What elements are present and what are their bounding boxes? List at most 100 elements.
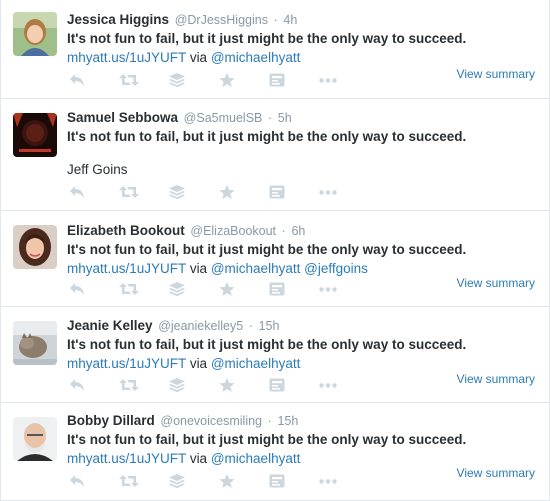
- tweet[interactable]: Bobby Dillard @onevoicesmiling · 15h It'…: [1, 403, 549, 501]
- tweet-link[interactable]: mhyatt.us/1uJYUFT: [67, 261, 186, 276]
- tweet[interactable]: Jessica Higgins @DrJessHiggins · 4h It's…: [1, 0, 549, 99]
- favorite-button[interactable]: [219, 184, 269, 200]
- summary-card-button[interactable]: [269, 184, 319, 200]
- mention-link[interactable]: @michaelhyatt: [211, 356, 301, 371]
- summary-card-icon: [269, 73, 285, 87]
- separator: ·: [248, 319, 253, 333]
- favorite-button[interactable]: [219, 72, 269, 88]
- more-icon: [319, 286, 337, 292]
- via-label: via: [189, 356, 208, 371]
- timestamp[interactable]: 15h: [277, 414, 298, 428]
- more-button[interactable]: [319, 281, 369, 297]
- author-handle[interactable]: @onevoicesmiling: [160, 414, 262, 428]
- avatar[interactable]: [13, 113, 57, 157]
- author-name[interactable]: Jeanie Kelley: [67, 318, 153, 333]
- avatar[interactable]: [13, 225, 57, 269]
- tweet-actions: [69, 72, 369, 88]
- tweet-actions: [69, 184, 369, 200]
- avatar[interactable]: [13, 417, 57, 461]
- view-summary-link[interactable]: View summary: [457, 276, 535, 290]
- mention-link[interactable]: @michaelhyatt: [211, 451, 301, 466]
- avatar[interactable]: [13, 321, 57, 365]
- tweet[interactable]: Samuel Sebbowa @Sa5muelSB · 5h It's not …: [1, 99, 549, 211]
- timestamp[interactable]: 5h: [278, 111, 292, 125]
- buffer-button[interactable]: [169, 281, 219, 297]
- favorite-icon: [219, 184, 235, 200]
- summary-card-button[interactable]: [269, 473, 319, 489]
- buffer-button[interactable]: [169, 72, 219, 88]
- timestamp[interactable]: 15h: [259, 319, 280, 333]
- summary-card-button[interactable]: [269, 72, 319, 88]
- retweet-icon: [119, 73, 139, 87]
- author-handle[interactable]: @Sa5muelSB: [184, 111, 263, 125]
- reply-button[interactable]: [69, 377, 119, 393]
- retweet-button[interactable]: [119, 377, 169, 393]
- favorite-icon: [219, 473, 235, 489]
- view-summary-link[interactable]: View summary: [457, 67, 535, 81]
- reply-button[interactable]: [69, 281, 119, 297]
- mention-link[interactable]: @michaelhyatt: [211, 50, 301, 65]
- more-icon: [319, 382, 337, 388]
- avatar[interactable]: [13, 12, 57, 56]
- tweet-extra-text: Jeff Goins: [67, 162, 128, 177]
- reply-button[interactable]: [69, 473, 119, 489]
- mention-link[interactable]: @michaelhyatt: [211, 261, 301, 276]
- timestamp[interactable]: 4h: [283, 13, 297, 27]
- timeline: Jessica Higgins @DrJessHiggins · 4h It's…: [0, 0, 550, 501]
- reply-icon: [69, 185, 85, 199]
- tweet-text: It's not fun to fail, but it just might …: [67, 337, 467, 352]
- separator: ·: [268, 111, 273, 125]
- retweet-icon: [119, 474, 139, 488]
- summary-card-icon: [269, 185, 285, 199]
- buffer-icon: [169, 377, 185, 393]
- reply-button[interactable]: [69, 184, 119, 200]
- favorite-button[interactable]: [219, 473, 269, 489]
- buffer-button[interactable]: [169, 184, 219, 200]
- retweet-button[interactable]: [119, 72, 169, 88]
- reply-button[interactable]: [69, 72, 119, 88]
- summary-card-button[interactable]: [269, 281, 319, 297]
- mention-link-2[interactable]: @jeffgoins: [304, 261, 368, 276]
- retweet-icon: [119, 378, 139, 392]
- retweet-icon: [119, 185, 139, 199]
- buffer-button[interactable]: [169, 473, 219, 489]
- view-summary-link[interactable]: View summary: [457, 466, 535, 480]
- buffer-icon: [169, 72, 185, 88]
- reply-icon: [69, 474, 85, 488]
- summary-card-icon: [269, 474, 285, 488]
- author-handle[interactable]: @ElizaBookout: [190, 224, 276, 238]
- author-name[interactable]: Jessica Higgins: [67, 12, 169, 27]
- more-button[interactable]: [319, 377, 369, 393]
- tweet-actions: [69, 377, 369, 393]
- buffer-button[interactable]: [169, 377, 219, 393]
- tweet-text: It's not fun to fail, but it just might …: [67, 129, 467, 144]
- author-name[interactable]: Samuel Sebbowa: [67, 110, 178, 125]
- favorite-button[interactable]: [219, 377, 269, 393]
- more-button[interactable]: [319, 184, 369, 200]
- more-button[interactable]: [319, 473, 369, 489]
- more-button[interactable]: [319, 72, 369, 88]
- author-name[interactable]: Elizabeth Bookout: [67, 223, 185, 238]
- retweet-icon: [119, 282, 139, 296]
- summary-card-button[interactable]: [269, 377, 319, 393]
- via-label: via: [189, 451, 208, 466]
- tweet-link[interactable]: mhyatt.us/1uJYUFT: [67, 356, 186, 371]
- author-handle[interactable]: @DrJessHiggins: [175, 13, 268, 27]
- author-handle[interactable]: @jeaniekelley5: [158, 319, 243, 333]
- retweet-button[interactable]: [119, 281, 169, 297]
- tweet-link[interactable]: mhyatt.us/1uJYUFT: [67, 451, 186, 466]
- retweet-button[interactable]: [119, 473, 169, 489]
- tweet[interactable]: Jeanie Kelley @jeaniekelley5 · 15h It's …: [1, 307, 549, 403]
- favorite-button[interactable]: [219, 281, 269, 297]
- buffer-icon: [169, 184, 185, 200]
- via-label: via: [189, 50, 208, 65]
- separator: ·: [273, 13, 278, 27]
- timestamp[interactable]: 6h: [291, 224, 305, 238]
- favorite-icon: [219, 72, 235, 88]
- separator: ·: [267, 414, 272, 428]
- tweet-link[interactable]: mhyatt.us/1uJYUFT: [67, 50, 186, 65]
- retweet-button[interactable]: [119, 184, 169, 200]
- author-name[interactable]: Bobby Dillard: [67, 413, 155, 428]
- tweet[interactable]: Elizabeth Bookout @ElizaBookout · 6h It'…: [1, 211, 549, 307]
- view-summary-link[interactable]: View summary: [457, 372, 535, 386]
